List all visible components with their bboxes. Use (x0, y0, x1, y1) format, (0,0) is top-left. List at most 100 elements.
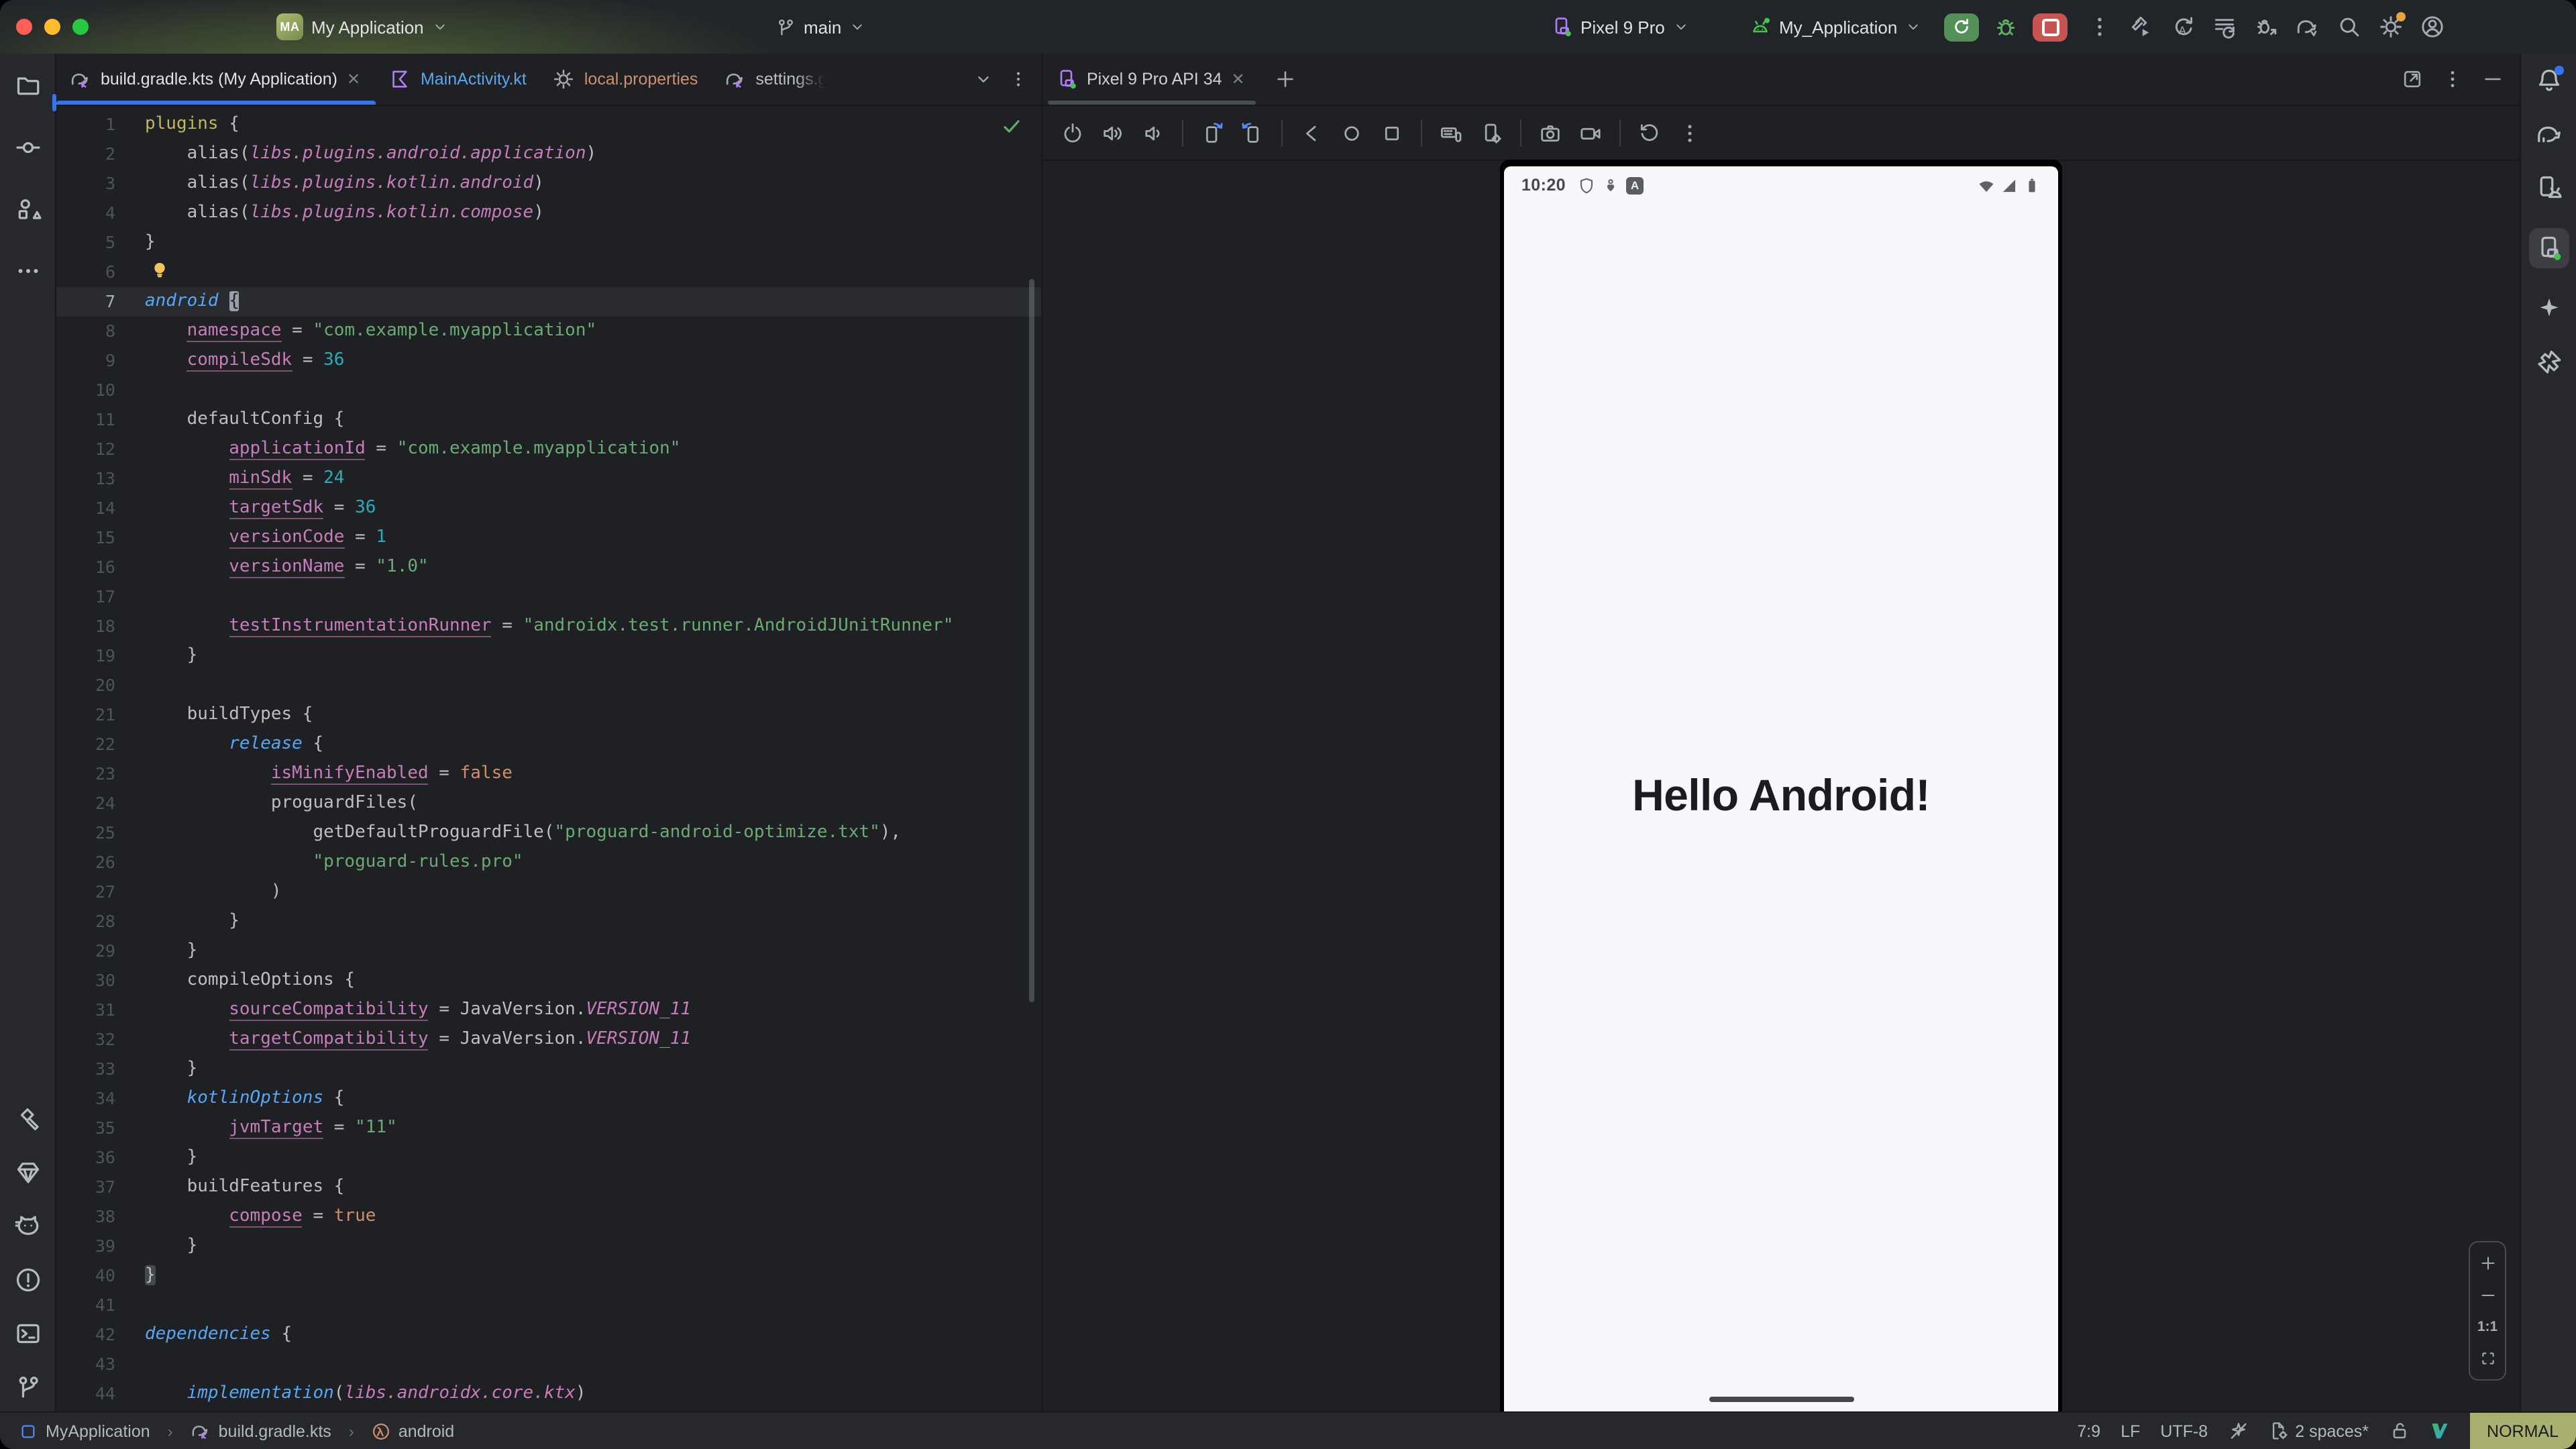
android-back-icon[interactable] (1300, 121, 1323, 144)
tab-pixel-9-pro-api-34[interactable]: Pixel 9 Pro API 34 ✕ (1042, 54, 1261, 105)
vcs-branch-widget[interactable]: main (775, 0, 865, 54)
tab-build-gradle[interactable]: build.gradle.kts (My Application) ✕ (56, 54, 376, 105)
device-selector[interactable]: Pixel 9 Pro (1551, 0, 1689, 54)
device-screen[interactable]: 10:20 A Hello Android! (1504, 166, 2058, 1411)
device-manager-toolwindow-icon[interactable] (2535, 174, 2562, 201)
line-number: 40 (56, 1261, 145, 1291)
chevron-down-icon (849, 19, 865, 35)
more-actions-kebab-icon[interactable] (2088, 15, 2112, 39)
device-more-kebab-icon[interactable] (1678, 121, 1701, 144)
reset-device-icon[interactable] (1638, 121, 1661, 144)
hide-panel-icon[interactable] (2482, 68, 2504, 90)
more-toolwindows-icon[interactable] (14, 258, 41, 284)
tab-local-properties[interactable]: local.properties (540, 54, 712, 105)
line-separator-widget[interactable]: LF (2121, 1421, 2140, 1440)
debug-app-button[interactable] (1994, 15, 2018, 39)
notifications-button[interactable] (2535, 67, 2562, 94)
editor-scrollbar[interactable] (1029, 279, 1034, 1002)
code-editor[interactable]: 1plugins {2 alias(libs.plugins.android.a… (56, 105, 1041, 1411)
search-everywhere-icon[interactable] (2337, 15, 2361, 39)
firebase-distribution-toolwindow-icon[interactable] (2535, 349, 2562, 376)
zoom-in-icon[interactable] (2479, 1254, 2496, 1272)
run-controls (1944, 0, 2068, 54)
close-tab-icon[interactable]: ✕ (347, 70, 363, 89)
device-settings-icon[interactable] (1480, 121, 1503, 144)
ideavim-icon[interactable] (2429, 1421, 2449, 1441)
power-button-icon[interactable] (1061, 121, 1084, 144)
code-token: android (145, 291, 219, 311)
code-line: 3 alias(libs.plugins.kotlin.android) (56, 169, 1041, 199)
line-number: 14 (56, 494, 145, 523)
account-avatar-icon[interactable] (2420, 15, 2445, 39)
rerun-app-button[interactable] (1944, 13, 1979, 41)
app-quality-insights-icon[interactable] (14, 1159, 41, 1186)
android-home-icon[interactable] (1340, 121, 1363, 144)
problems-toolwindow-icon[interactable] (14, 1267, 41, 1293)
line-number: 32 (56, 1025, 145, 1055)
zoom-to-fit-icon[interactable] (2479, 1350, 2496, 1367)
commit-toolwindow-icon[interactable] (14, 134, 41, 161)
intention-bulb-icon[interactable] (150, 260, 169, 279)
gradle-toolwindow-icon[interactable] (2535, 121, 2562, 148)
toolbar-separator (1182, 119, 1183, 146)
code-token: ) (145, 881, 282, 902)
rotate-left-icon[interactable] (1201, 121, 1224, 144)
tab-options-kebab-icon[interactable] (1009, 70, 1028, 89)
line-number: 22 (56, 730, 145, 759)
code-token: compileOptions { (145, 970, 355, 990)
running-devices-toolwindow-button[interactable] (2528, 228, 2569, 268)
close-window-button[interactable] (16, 19, 32, 35)
zoom-1-1-button[interactable]: 1:1 (2477, 1319, 2498, 1335)
volume-up-icon[interactable] (1102, 121, 1124, 144)
version-control-toolwindow-icon[interactable] (14, 1374, 41, 1401)
code-line: 35 jvmTarget = "11" (56, 1114, 1041, 1143)
build-toolwindow-icon[interactable] (14, 1106, 41, 1132)
project-toolwindow-icon[interactable] (14, 72, 41, 99)
android-status-bar: 10:20 A (1504, 166, 2058, 201)
volume-down-icon[interactable] (1142, 121, 1165, 144)
gemini-toolwindow-icon[interactable] (2535, 295, 2562, 322)
vim-mode-badge[interactable]: NORMAL (2469, 1413, 2576, 1449)
android-app-icon (1750, 16, 1771, 38)
resource-manager-toolwindow-icon[interactable] (14, 196, 41, 223)
indent-widget[interactable]: 2 spaces* (2268, 1421, 2369, 1441)
rotate-right-icon[interactable] (1241, 121, 1264, 144)
breadcrumb-element[interactable]: android (398, 1421, 454, 1440)
code-token: = (323, 1118, 355, 1138)
breadcrumb-file[interactable]: build.gradle.kts (219, 1421, 331, 1440)
encoding-widget[interactable]: UTF-8 (2160, 1421, 2208, 1440)
screen-record-icon[interactable] (1579, 121, 1602, 144)
screenshot-icon[interactable] (1539, 121, 1562, 144)
android-overview-icon[interactable] (1381, 121, 1403, 144)
stop-app-button[interactable] (2033, 13, 2068, 41)
title-bar: MA My Application main Pixel 9 Pro My_Ap… (0, 0, 2576, 55)
hardware-input-icon[interactable] (1440, 121, 1462, 144)
apply-changes-restart-icon[interactable]: A (2171, 15, 2195, 39)
gemini-disabled-icon[interactable] (2228, 1421, 2248, 1441)
zoom-out-icon[interactable] (2479, 1287, 2496, 1304)
panel-options-kebab-icon[interactable] (2442, 68, 2463, 90)
apply-code-changes-icon[interactable] (2212, 15, 2237, 39)
tab-mainactivity[interactable]: MainActivity.kt (376, 54, 540, 105)
settings-button[interactable] (2379, 15, 2403, 39)
run-configuration-selector[interactable]: My_Application (1750, 0, 1921, 54)
open-in-new-window-icon[interactable] (2402, 68, 2423, 90)
project-widget[interactable]: MA My Application (276, 0, 448, 54)
caret-position-widget[interactable]: 7:9 (2077, 1421, 2100, 1440)
inspections-ok-check-icon[interactable] (1001, 115, 1022, 137)
code-line: 23 isMinifyEnabled = false (56, 759, 1041, 789)
logcat-toolwindow-icon[interactable] (14, 1213, 41, 1240)
attach-debugger-icon[interactable] (2254, 15, 2278, 39)
tab-label: local.properties (584, 70, 698, 89)
zoom-window-button[interactable] (72, 19, 89, 35)
tab-settings-gradle[interactable]: settings.g (711, 54, 841, 105)
hidden-tabs-chevron-icon[interactable] (974, 70, 993, 89)
close-tab-icon[interactable]: ✕ (1232, 70, 1248, 89)
add-device-tab-icon[interactable] (1275, 68, 1296, 90)
terminal-toolwindow-icon[interactable] (14, 1320, 41, 1347)
minimize-window-button[interactable] (44, 19, 60, 35)
writable-unlock-icon[interactable] (2389, 1421, 2409, 1441)
gradle-sync-icon[interactable] (2296, 15, 2320, 39)
build-run-hammer-icon[interactable] (2129, 15, 2153, 39)
breadcrumb-project[interactable]: MyApplication (46, 1421, 150, 1440)
